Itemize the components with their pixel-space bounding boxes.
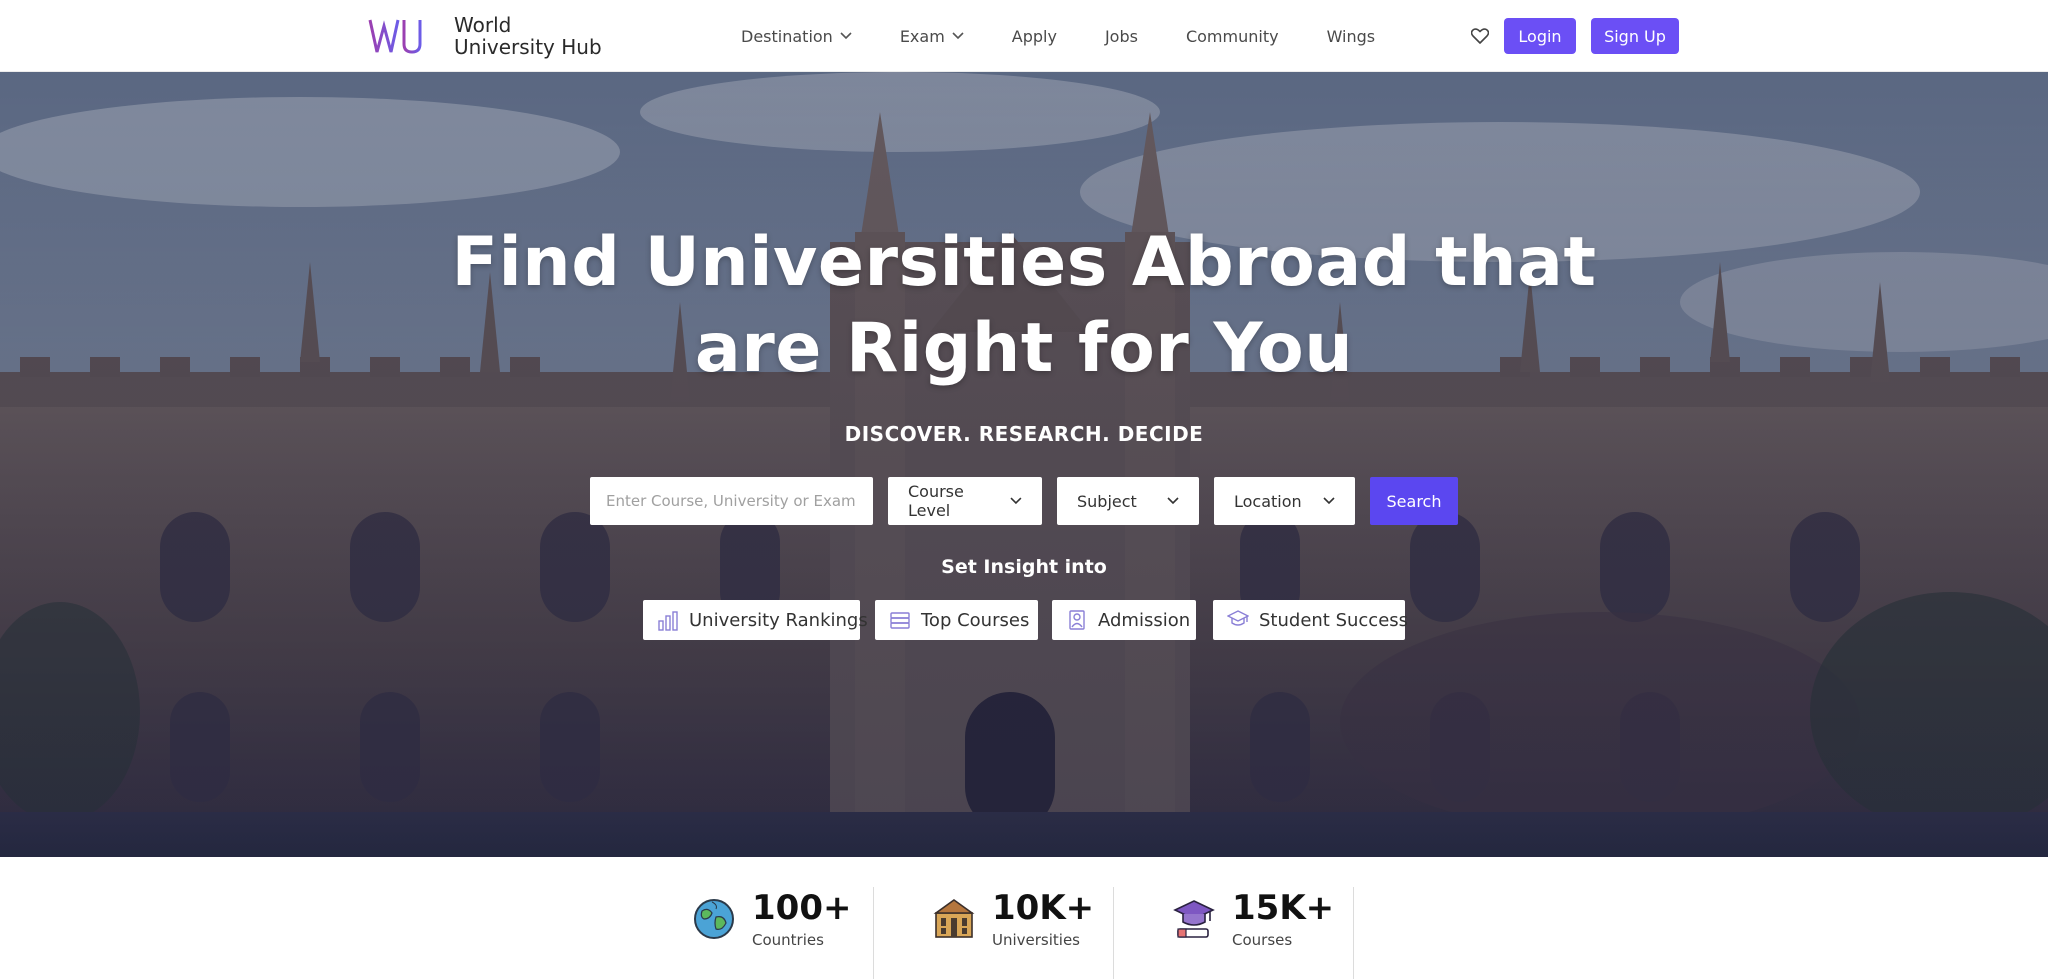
stat-text: 15K+ Courses [1232,889,1334,949]
subject-value: Subject [1077,491,1137,511]
graduation-cap-icon [1173,900,1215,938]
location-value: Location [1234,491,1302,511]
stat-text: 100+ Countries [752,889,851,949]
stat-label: Universities [992,931,1081,949]
nav-item-label: Jobs [1104,26,1138,46]
chip-university-rankings[interactable]: University Rankings [643,600,868,640]
stat-value: 15K+ [1232,888,1335,928]
stat-value: 10K+ [992,888,1095,928]
nav-item-destination[interactable]: Destination [741,27,852,46]
course-level-select[interactable]: Course Level [888,477,1042,525]
stat-countries: 100+ Countries [692,887,851,951]
chip-label: Admission [1098,609,1191,631]
chip-label: Top Courses [921,609,1030,631]
insight-label: Set Insight into [941,556,1107,578]
nav-item-wings[interactable]: Wings [1327,27,1376,46]
search-button[interactable]: Search [1370,477,1458,525]
chevron-down-icon [1010,497,1022,505]
chip-admission[interactable]: Admission [1052,600,1196,640]
nav-item-jobs[interactable]: Jobs [1105,27,1138,46]
hero-section: Find Universities Abroad that are Right … [0,72,2048,857]
nav-item-label: Community [1185,26,1279,46]
site-logo[interactable]: World University Hub [368,14,602,58]
brand-name-line2: University Hub [454,35,602,59]
chevron-down-icon [1323,497,1335,505]
stat-value: 100+ [752,888,852,928]
university-building-icon [933,899,975,938]
stat-label: Countries [752,931,824,949]
stat-universities: 10K+ Universities [932,887,1094,951]
chip-student-success[interactable]: Student Success [1213,600,1409,640]
chevron-down-icon [840,32,852,40]
stats-divider [873,887,874,979]
stat-courses: 15K+ Courses [1172,887,1334,951]
login-button[interactable]: Login [1504,18,1576,54]
chip-label: University Rankings [689,609,868,631]
nav-item-label: Wings [1326,26,1376,46]
nav-item-apply[interactable]: Apply [1012,27,1057,46]
books-icon [890,612,910,629]
stat-label: Courses [1232,931,1293,949]
hero-tagline: DISCOVER. RESEARCH. DECIDE [844,422,1204,446]
subject-select[interactable]: Subject [1057,477,1199,525]
chevron-down-icon [952,32,964,40]
nav-item-exam[interactable]: Exam [900,27,964,46]
stat-text: 10K+ Universities [992,889,1094,949]
hero-background-image [0,72,2048,857]
main-nav: Destination Exam Apply Jobs Community Wi… [741,0,1423,72]
heart-icon [1471,28,1489,44]
signup-button[interactable]: Sign Up [1591,18,1679,54]
wuh-logo-mark [368,19,443,54]
chip-label: Student Success [1259,609,1409,631]
hero-title-line1: Find Universities Abroad that [451,223,1597,302]
hero-title: Find Universities Abroad that are Right … [0,220,2048,392]
search-input[interactable] [590,477,873,525]
brand-name: World University Hub [454,14,602,58]
wishlist-button[interactable] [1469,25,1491,47]
nav-item-label: Apply [1011,26,1057,46]
chip-top-courses[interactable]: Top Courses [875,600,1038,640]
course-level-value: Course Level [908,482,964,520]
nav-item-label: Exam [899,26,945,46]
stats-divider [1353,887,1354,979]
brand-name-line1: World [454,13,512,37]
chevron-down-icon [1167,497,1179,505]
globe-icon [694,899,734,939]
hero-title-line2: are Right for You [694,309,1354,388]
graduate-icon [1227,610,1249,626]
nav-item-label: Destination [741,26,833,46]
bar-chart-icon [658,611,678,631]
site-header: World University Hub Destination Exam Ap… [0,0,2048,72]
stats-divider [1113,887,1114,979]
location-select[interactable]: Location [1214,477,1355,525]
admission-icon [1069,610,1085,630]
stats-bar: 100+ Countries 10K+ Universities 15K+ Co… [0,857,2048,979]
nav-item-community[interactable]: Community [1186,27,1279,46]
